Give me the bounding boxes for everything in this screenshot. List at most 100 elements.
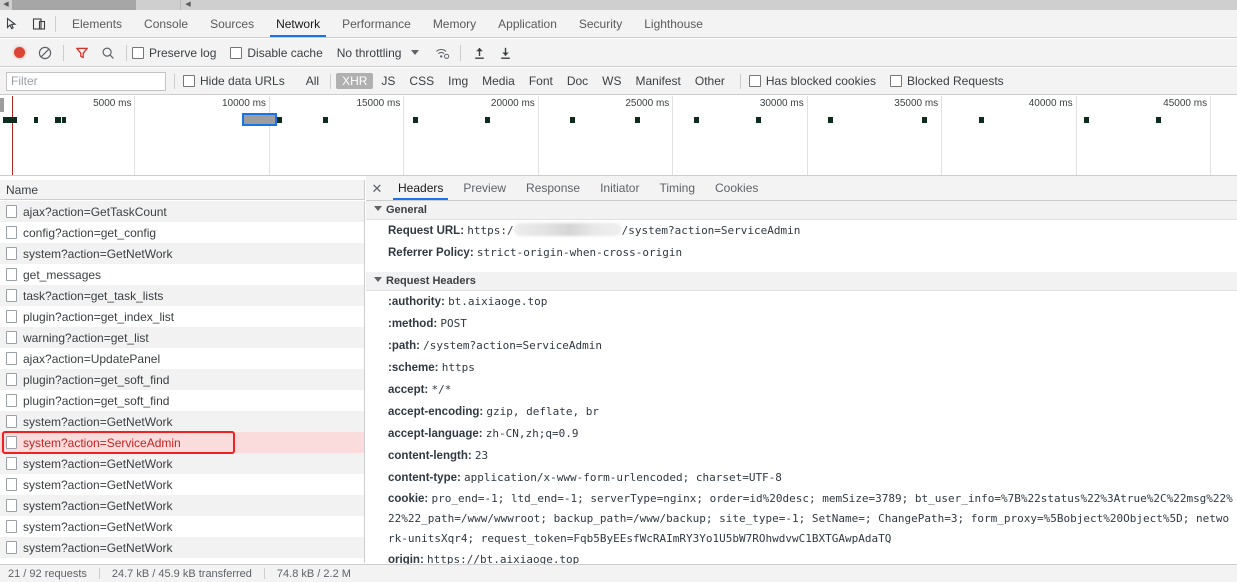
clear-button[interactable] bbox=[32, 41, 58, 65]
network-request-list[interactable]: ajax?action=GetTaskCount config?action=ge… bbox=[0, 201, 365, 563]
header-name: :method: bbox=[388, 318, 438, 330]
type-filter-font[interactable]: Font bbox=[523, 73, 559, 89]
type-filter-xhr[interactable]: XHR bbox=[336, 73, 374, 89]
request-row[interactable]: system?action=GetNetWork bbox=[0, 537, 364, 558]
throttling-select[interactable]: No throttling bbox=[337, 46, 402, 60]
request-header-row: :method: POST bbox=[366, 313, 1237, 335]
record-button[interactable] bbox=[6, 41, 32, 65]
request-header-row: cookie: pro_end=-1; ltd_end=-1; serverTy… bbox=[366, 489, 1237, 549]
overview-request-bar bbox=[978, 117, 984, 123]
tab-memory[interactable]: Memory bbox=[422, 10, 487, 37]
header-value: https bbox=[441, 361, 475, 374]
type-filter-css[interactable]: CSS bbox=[403, 73, 440, 89]
request-row[interactable]: plugin?action=get_soft_find bbox=[0, 369, 364, 390]
request-row[interactable]: system?action=GetNetWork bbox=[0, 411, 364, 432]
device-toolbar-icon[interactable] bbox=[26, 11, 52, 37]
detail-tab-timing[interactable]: Timing bbox=[649, 176, 705, 200]
request-row[interactable]: plugin?action=get_index_list bbox=[0, 306, 364, 327]
type-filter-doc[interactable]: Doc bbox=[561, 73, 594, 89]
general-section-header[interactable]: General bbox=[366, 201, 1237, 220]
overview-request-bar bbox=[1156, 117, 1162, 123]
overview-left-cap bbox=[0, 98, 4, 112]
document-icon bbox=[6, 289, 17, 302]
request-row[interactable]: system?action=GetNetWork bbox=[0, 495, 364, 516]
scrollbar-left-arrow-icon-2[interactable]: ◀ bbox=[182, 0, 194, 10]
tab-lighthouse[interactable]: Lighthouse bbox=[633, 10, 714, 37]
detail-tab-preview[interactable]: Preview bbox=[453, 176, 516, 200]
document-icon bbox=[6, 352, 17, 365]
filter-input[interactable] bbox=[6, 71, 166, 91]
type-filter-media[interactable]: Media bbox=[476, 73, 521, 89]
header-value: bt.aixiaoge.top bbox=[448, 295, 548, 308]
tab-sources[interactable]: Sources bbox=[199, 10, 265, 37]
status-divider bbox=[263, 568, 265, 579]
document-icon bbox=[6, 520, 17, 533]
requests-column-header-name[interactable]: Name bbox=[0, 180, 365, 200]
request-header-row: accept-language: zh-CN,zh;q=0.9 bbox=[366, 423, 1237, 445]
request-name: get_messages bbox=[23, 267, 102, 282]
document-icon bbox=[6, 478, 17, 491]
detail-tab-headers[interactable]: Headers bbox=[388, 176, 453, 200]
overview-request-bar bbox=[12, 117, 17, 123]
inspect-element-icon[interactable] bbox=[0, 11, 26, 37]
request-row[interactable]: ajax?action=GetTaskCount bbox=[0, 201, 364, 222]
request-headers-section-header[interactable]: Request Headers bbox=[366, 272, 1237, 291]
request-row[interactable]: system?action=GetNetWork bbox=[0, 243, 364, 264]
network-status-bar: 21 / 92 requests 24.7 kB / 45.9 kB trans… bbox=[0, 564, 1237, 582]
tab-performance[interactable]: Performance bbox=[331, 10, 422, 37]
detail-tab-cookies[interactable]: Cookies bbox=[705, 176, 768, 200]
checkbox-box bbox=[889, 75, 902, 87]
overview-selection-window[interactable] bbox=[242, 113, 277, 126]
request-row[interactable]: config?action=get_config bbox=[0, 222, 364, 243]
request-row-selected[interactable]: system?action=ServiceAdmin bbox=[0, 432, 364, 453]
blocked-requests-checkbox[interactable]: Blocked Requests bbox=[889, 74, 1004, 88]
request-row[interactable]: ajax?action=UpdatePanel bbox=[0, 348, 364, 369]
disable-cache-checkbox[interactable]: Disable cache bbox=[230, 46, 323, 60]
scrollbar-track-right[interactable] bbox=[180, 0, 1237, 10]
tab-elements[interactable]: Elements bbox=[61, 10, 133, 37]
request-row[interactable]: system?action=GetNetWork bbox=[0, 474, 364, 495]
type-filter-other[interactable]: Other bbox=[689, 73, 731, 89]
tab-network[interactable]: Network bbox=[265, 10, 331, 37]
request-row[interactable]: plugin?action=get_soft_find bbox=[0, 390, 364, 411]
detail-tab-response[interactable]: Response bbox=[516, 176, 590, 200]
hide-data-urls-checkbox[interactable]: Hide data URLs bbox=[183, 74, 285, 88]
request-row[interactable]: system?action=GetNetWork bbox=[0, 453, 364, 474]
type-filter-img[interactable]: Img bbox=[442, 73, 474, 89]
toolbar-divider bbox=[63, 44, 64, 61]
tab-console[interactable]: Console bbox=[133, 10, 199, 37]
tab-application[interactable]: Application bbox=[487, 10, 568, 37]
search-button[interactable] bbox=[95, 41, 121, 65]
chevron-down-icon[interactable] bbox=[411, 50, 420, 55]
preserve-log-checkbox[interactable]: Preserve log bbox=[132, 46, 216, 60]
request-row[interactable]: get_messages bbox=[0, 264, 364, 285]
network-overview-timeline[interactable]: 5000 ms 10000 ms 15000 ms 20000 ms 25000 ms 3… bbox=[0, 96, 1237, 176]
filter-divider bbox=[174, 73, 175, 89]
scrollbar-left-arrow-icon[interactable]: ◀ bbox=[0, 0, 12, 10]
type-filter-ws[interactable]: WS bbox=[596, 73, 627, 89]
document-icon bbox=[6, 205, 17, 218]
filter-button[interactable] bbox=[69, 41, 95, 65]
request-name: plugin?action=get_index_list bbox=[23, 309, 175, 324]
request-row[interactable]: warning?action=get_list bbox=[0, 327, 364, 348]
type-filter-js[interactable]: JS bbox=[375, 73, 401, 89]
tab-security[interactable]: Security bbox=[568, 10, 633, 37]
request-row[interactable]: system?action=GetNetWork bbox=[0, 516, 364, 537]
type-filter-all[interactable]: All bbox=[300, 73, 325, 89]
header-name: content-type: bbox=[388, 472, 461, 484]
browser-scrollbar-strip[interactable]: ◀ ▶ ◀ bbox=[0, 0, 1237, 10]
import-har-button[interactable] bbox=[466, 41, 492, 65]
type-filter-manifest[interactable]: Manifest bbox=[630, 73, 687, 89]
has-blocked-cookies-checkbox[interactable]: Has blocked cookies bbox=[748, 74, 876, 88]
network-conditions-button[interactable] bbox=[429, 41, 455, 65]
network-toolbar: Preserve log Disable cache No throttling bbox=[0, 39, 1237, 67]
request-row[interactable]: task?action=get_task_lists bbox=[0, 285, 364, 306]
checkbox-box bbox=[230, 46, 243, 59]
scrollbar-thumb[interactable] bbox=[12, 0, 136, 10]
detail-tab-initiator[interactable]: Initiator bbox=[590, 176, 649, 200]
request-name: task?action=get_task_lists bbox=[23, 288, 164, 303]
overview-tick-label: 25000 ms bbox=[625, 98, 670, 109]
export-har-button[interactable] bbox=[492, 41, 518, 65]
close-icon[interactable]: ✕ bbox=[366, 176, 388, 201]
checkbox-box bbox=[748, 75, 761, 87]
